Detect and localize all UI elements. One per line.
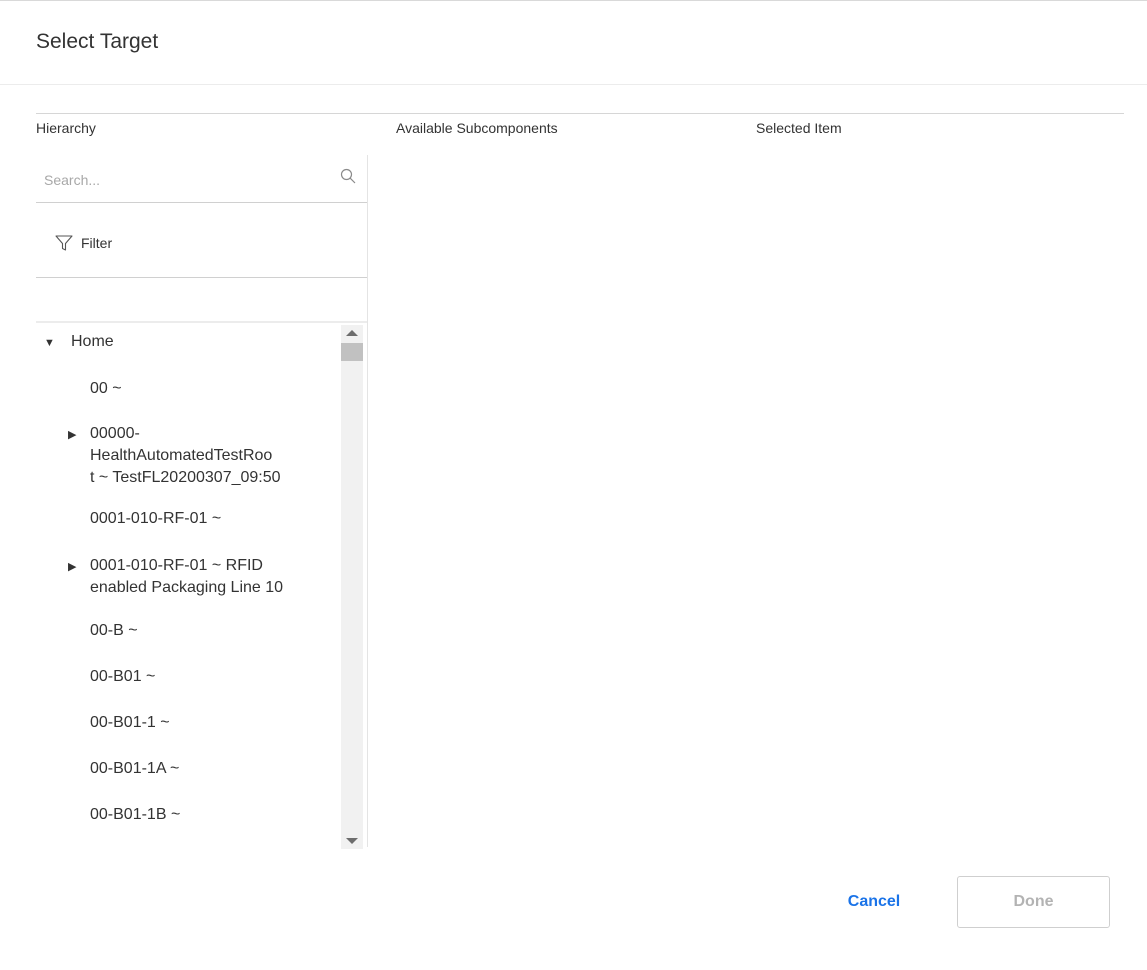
tree-item[interactable]: 00-B01 ~	[36, 666, 336, 688]
tree-item[interactable]: 0001-010-RF-01 ~	[36, 508, 336, 530]
dialog-title: Select Target	[36, 30, 159, 53]
top-border	[0, 0, 1147, 1]
tree-item-label: 00-B01-1 ~	[90, 714, 170, 731]
scroll-up-arrow-icon[interactable]	[341, 325, 363, 341]
scroll-down-arrow-icon[interactable]	[341, 833, 363, 849]
search-icon[interactable]	[339, 167, 357, 185]
hierarchy-tree: ▼ Home 00 ~ ▶ 00000- HealthAutomatedTestRoo …	[36, 321, 367, 849]
done-button[interactable]: Done	[957, 876, 1110, 928]
tree-item-label: 00000- HealthAutomatedTestRoo t ~ TestFL…	[90, 425, 281, 486]
tree-item-label: 00 ~	[90, 380, 122, 397]
tree-item[interactable]: 00-B01-1B ~	[36, 804, 336, 826]
tree-item-label: 0001-010-RF-01 ~	[90, 510, 222, 527]
column-header-selected-item: Selected Item	[756, 120, 842, 136]
tree-item[interactable]: ▶ 00000- HealthAutomatedTestRoo t ~ TestF…	[36, 423, 336, 489]
caret-right-icon[interactable]: ▶	[68, 556, 76, 578]
column-header-hierarchy: Hierarchy	[36, 120, 96, 136]
column-header-available-subcomponents: Available Subcomponents	[396, 120, 558, 136]
search-input[interactable]	[42, 165, 326, 195]
filter-label: Filter	[81, 235, 113, 251]
tree-item-label: 00-B01-1B ~	[90, 806, 181, 823]
tree-item-label: Home	[71, 333, 114, 350]
tree-item-label: 0001-010-RF-01 ~ RFID enabled Packaging …	[90, 557, 284, 596]
search-bar	[36, 155, 367, 203]
tree-item[interactable]: 00-B ~	[36, 620, 336, 642]
filter-icon	[55, 235, 73, 251]
tree-item-label: 00-B01-1A ~	[90, 760, 180, 777]
caret-right-icon[interactable]: ▶	[68, 424, 76, 446]
tree-item[interactable]: 00 ~	[36, 378, 336, 400]
cancel-button[interactable]: Cancel	[822, 876, 926, 928]
tree-scrollbar[interactable]	[341, 325, 363, 849]
header-divider	[0, 84, 1147, 85]
tree-item[interactable]: ▶ 0001-010-RF-01 ~ RFID enabled Packaging…	[36, 555, 336, 599]
columns-divider	[36, 113, 1124, 114]
tree-item[interactable]: 00-B01-1A ~	[36, 758, 336, 780]
tree-item-label: 00-B ~	[90, 622, 138, 639]
caret-down-icon[interactable]: ▼	[44, 332, 55, 354]
hierarchy-panel: Filter ▼ Home 00 ~ ▶ 00000- HealthAutomatedT…	[36, 155, 368, 849]
tree-item-label: 00-B01 ~	[90, 668, 156, 685]
filter-button[interactable]: Filter	[36, 203, 367, 278]
scroll-thumb[interactable]	[341, 343, 363, 361]
tree-item[interactable]: ▼ Home	[36, 331, 336, 353]
tree-item[interactable]: 00-B01-1 ~	[36, 712, 336, 734]
